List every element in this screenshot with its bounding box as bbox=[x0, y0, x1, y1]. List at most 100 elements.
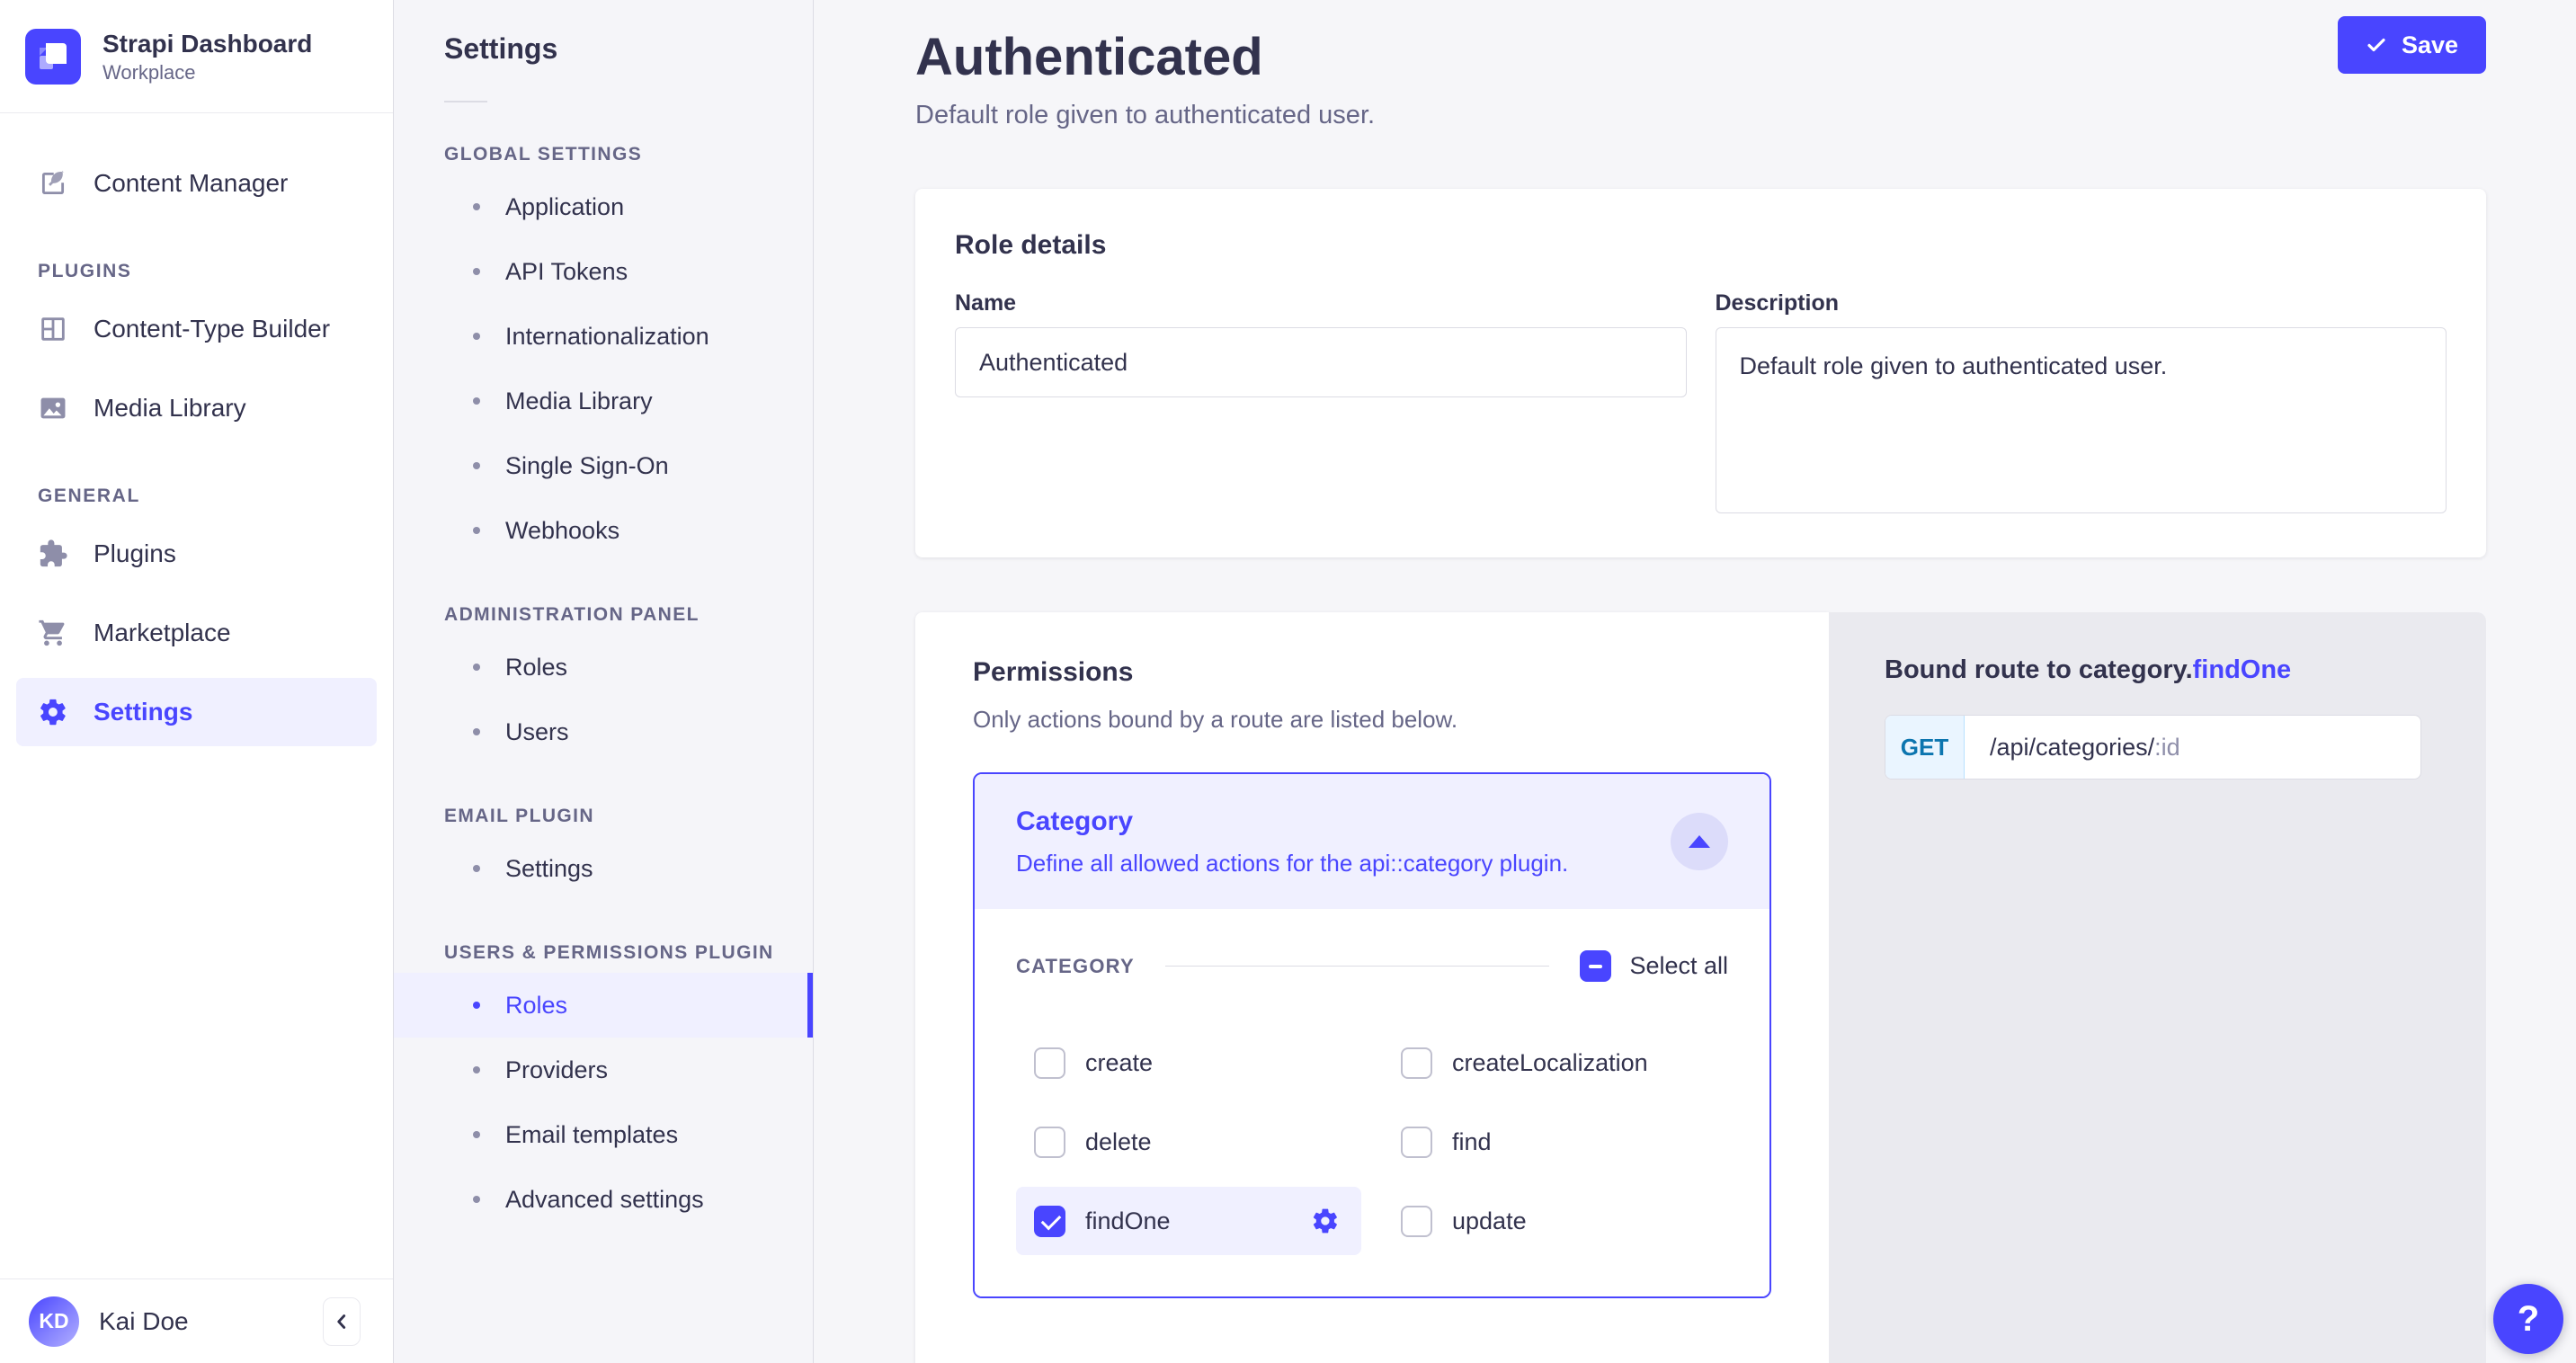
description-label: Description bbox=[1716, 290, 2447, 316]
name-field-group: Name bbox=[955, 290, 1687, 518]
page-subtitle: Default role given to authenticated user… bbox=[915, 99, 1375, 131]
subnav-section-label: USERS & PERMISSIONS PLUGIN bbox=[444, 940, 813, 966]
subnav-section-administration-panel: ADMINISTRATION PANEL Roles Users bbox=[394, 602, 813, 764]
subnav-item-label: Media Library bbox=[505, 388, 653, 415]
accordion-description: Define all allowed actions for the api::… bbox=[1016, 848, 1568, 878]
bound-route-panel: Bound route to category.findOne GET /api… bbox=[1829, 612, 2486, 1363]
actions-grid: create createLocalization delete fi bbox=[1016, 1029, 1728, 1255]
action-label: update bbox=[1452, 1207, 1527, 1235]
collapse-accordion-button[interactable] bbox=[1671, 813, 1728, 870]
avatar[interactable]: KD bbox=[29, 1296, 79, 1347]
bullet-icon bbox=[473, 462, 480, 469]
name-label: Name bbox=[955, 290, 1687, 316]
route-chip: GET /api/categories/:id bbox=[1885, 715, 2421, 779]
delete-checkbox[interactable] bbox=[1034, 1127, 1065, 1158]
nav-item-label: Media Library bbox=[94, 394, 246, 423]
nav-item-marketplace[interactable]: Marketplace bbox=[16, 599, 377, 667]
puzzle-icon bbox=[38, 539, 68, 569]
subnav-section-label: GLOBAL SETTINGS bbox=[444, 142, 813, 167]
bullet-icon bbox=[473, 1131, 480, 1138]
subnav-section-email-plugin: EMAIL PLUGIN Settings bbox=[394, 804, 813, 901]
category-accordion-header[interactable]: Category Define all allowed actions for … bbox=[975, 774, 1769, 909]
bullet-icon bbox=[473, 397, 480, 405]
nav-item-label: Settings bbox=[94, 698, 192, 726]
select-all-label: Select all bbox=[1629, 952, 1728, 980]
select-all-checkbox[interactable] bbox=[1580, 950, 1611, 982]
subnav-item-label: Email templates bbox=[505, 1121, 678, 1149]
bullet-icon bbox=[473, 1066, 480, 1073]
bound-route-title-prefix: Bound route to category. bbox=[1885, 655, 2193, 684]
nav-item-plugins[interactable]: Plugins bbox=[16, 520, 377, 588]
action-label: delete bbox=[1085, 1128, 1152, 1156]
bullet-icon bbox=[473, 333, 480, 340]
subnav-item-label: Single Sign-On bbox=[505, 452, 669, 480]
subnav-item-email-settings[interactable]: Settings bbox=[394, 836, 813, 901]
subnav-item-label: Providers bbox=[505, 1056, 608, 1084]
subnav-item-label: Roles bbox=[505, 654, 567, 682]
nav-item-settings[interactable]: Settings bbox=[16, 678, 377, 746]
save-button[interactable]: Save bbox=[2338, 16, 2486, 74]
name-input[interactable] bbox=[955, 327, 1687, 397]
subnav-item-label: Advanced settings bbox=[505, 1186, 704, 1214]
subnav-item-up-advanced-settings[interactable]: Advanced settings bbox=[394, 1167, 813, 1232]
main-sidebar: Strapi Dashboard Workplace Content Manag… bbox=[0, 0, 394, 1363]
subnav-item-application[interactable]: Application bbox=[394, 174, 813, 239]
update-checkbox[interactable] bbox=[1401, 1206, 1432, 1237]
action-create[interactable]: create bbox=[1016, 1029, 1361, 1097]
subnav-item-admin-roles[interactable]: Roles bbox=[394, 635, 813, 699]
subnav-section-users-permissions-plugin: USERS & PERMISSIONS PLUGIN Roles Provide… bbox=[394, 940, 813, 1232]
subnav-item-up-roles[interactable]: Roles bbox=[394, 973, 813, 1038]
subnav-item-label: Users bbox=[505, 718, 569, 746]
brand-title: Strapi Dashboard bbox=[103, 28, 312, 60]
category-group-row: CATEGORY Select all bbox=[1016, 950, 1728, 982]
subnav-item-up-providers[interactable]: Providers bbox=[394, 1038, 813, 1102]
nav-item-content-type-builder[interactable]: Content-Type Builder bbox=[16, 295, 377, 363]
role-details-heading: Role details bbox=[955, 228, 2447, 263]
subnav-item-label: Internationalization bbox=[505, 323, 709, 351]
user-name: Kai Doe bbox=[99, 1307, 189, 1336]
description-textarea[interactable]: Default role given to authenticated user… bbox=[1716, 327, 2447, 513]
action-update[interactable]: update bbox=[1383, 1187, 1728, 1255]
nav-item-content-manager[interactable]: Content Manager bbox=[16, 149, 377, 218]
subnav-item-single-sign-on[interactable]: Single Sign-On bbox=[394, 433, 813, 498]
action-create-localization[interactable]: createLocalization bbox=[1383, 1029, 1728, 1097]
findOne-settings-button[interactable] bbox=[1311, 1207, 1340, 1235]
cart-icon bbox=[38, 618, 68, 648]
select-all-control[interactable]: Select all bbox=[1580, 950, 1728, 982]
action-find-one[interactable]: findOne bbox=[1016, 1187, 1361, 1255]
permissions-heading: Permissions bbox=[973, 655, 1771, 690]
bullet-icon bbox=[473, 664, 480, 671]
subnav-item-api-tokens[interactable]: API Tokens bbox=[394, 239, 813, 304]
main-content: Authenticated Default role given to auth… bbox=[814, 0, 2576, 1363]
subnav-item-admin-users[interactable]: Users bbox=[394, 699, 813, 764]
subnav-item-internationalization[interactable]: Internationalization bbox=[394, 304, 813, 369]
check-icon bbox=[2366, 34, 2387, 56]
findOne-checkbox[interactable] bbox=[1034, 1206, 1065, 1237]
permissions-card: Permissions Only actions bound by a rout… bbox=[915, 612, 1829, 1363]
nav-item-label: Plugins bbox=[94, 539, 176, 568]
action-delete[interactable]: delete bbox=[1016, 1108, 1361, 1176]
createLocalization-checkbox[interactable] bbox=[1401, 1047, 1432, 1079]
action-find[interactable]: find bbox=[1383, 1108, 1728, 1176]
pen-square-icon bbox=[38, 168, 68, 199]
find-checkbox[interactable] bbox=[1401, 1127, 1432, 1158]
page-header: Authenticated Default role given to auth… bbox=[915, 0, 2486, 131]
nav-item-media-library[interactable]: Media Library bbox=[16, 374, 377, 442]
help-button[interactable]: ? bbox=[2493, 1284, 2563, 1354]
nav-section-label-general: GENERAL bbox=[38, 486, 377, 507]
nav-item-label: Content Manager bbox=[94, 169, 288, 198]
create-checkbox[interactable] bbox=[1034, 1047, 1065, 1079]
route-path: /api/categories/:id bbox=[1965, 716, 2206, 779]
subnav-item-webhooks[interactable]: Webhooks bbox=[394, 498, 813, 563]
strapi-logo-icon bbox=[25, 29, 81, 85]
route-path-param: :id bbox=[2154, 734, 2180, 762]
settings-subnav: Settings GLOBAL SETTINGS Application API… bbox=[394, 0, 814, 1363]
subnav-item-media-library[interactable]: Media Library bbox=[394, 369, 813, 433]
divider bbox=[1165, 966, 1550, 967]
chevron-left-icon bbox=[330, 1310, 353, 1333]
gear-icon bbox=[38, 697, 68, 727]
collapse-sidebar-button[interactable] bbox=[323, 1297, 361, 1346]
subnav-section-label: ADMINISTRATION PANEL bbox=[444, 602, 813, 628]
subnav-item-up-email-templates[interactable]: Email templates bbox=[394, 1102, 813, 1167]
workspace-switcher[interactable]: Strapi Dashboard Workplace bbox=[0, 0, 393, 113]
